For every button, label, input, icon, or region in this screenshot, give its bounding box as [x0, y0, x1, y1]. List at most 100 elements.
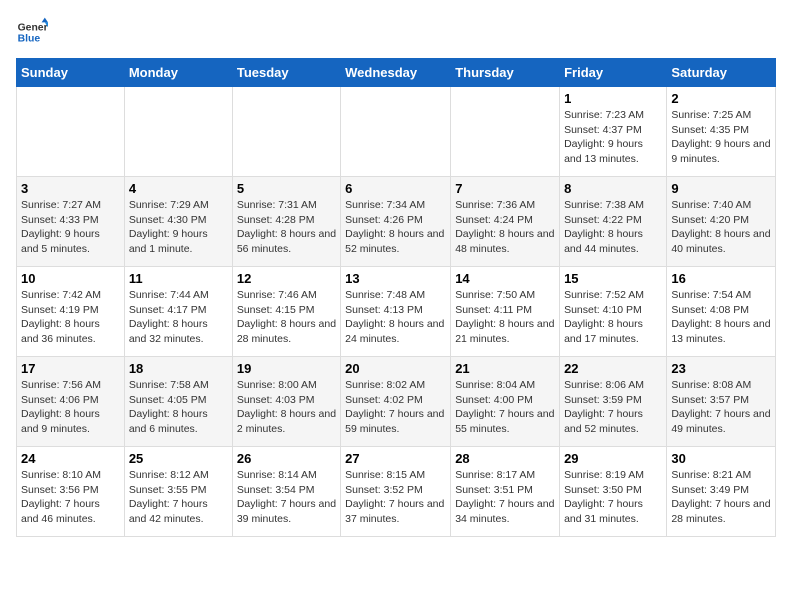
day-info: Sunrise: 7:48 AM Sunset: 4:13 PM Dayligh… — [345, 288, 446, 347]
day-number: 8 — [564, 181, 662, 196]
day-info: Sunrise: 7:44 AM Sunset: 4:17 PM Dayligh… — [129, 288, 228, 347]
day-cell: 3 Sunrise: 7:27 AM Sunset: 4:33 PM Daylig… — [17, 177, 125, 267]
day-info: Sunrise: 7:58 AM Sunset: 4:05 PM Dayligh… — [129, 378, 228, 437]
day-info: Sunrise: 8:12 AM Sunset: 3:55 PM Dayligh… — [129, 468, 228, 527]
day-info: Sunrise: 7:42 AM Sunset: 4:19 PM Dayligh… — [21, 288, 120, 347]
svg-text:General: General — [18, 22, 48, 33]
day-cell: 11 Sunrise: 7:44 AM Sunset: 4:17 PM Dayli… — [124, 267, 232, 357]
day-number: 16 — [671, 271, 771, 286]
logo-icon: General Blue — [16, 16, 48, 48]
day-info: Sunrise: 7:31 AM Sunset: 4:28 PM Dayligh… — [237, 198, 336, 257]
day-cell: 2 Sunrise: 7:25 AM Sunset: 4:35 PM Daylig… — [667, 87, 776, 177]
day-cell: 13 Sunrise: 7:48 AM Sunset: 4:13 PM Dayli… — [341, 267, 451, 357]
column-header-monday: Monday — [124, 59, 232, 87]
day-info: Sunrise: 8:10 AM Sunset: 3:56 PM Dayligh… — [21, 468, 120, 527]
svg-text:Blue: Blue — [18, 34, 41, 45]
day-number: 17 — [21, 361, 120, 376]
day-number: 26 — [237, 451, 336, 466]
day-cell: 9 Sunrise: 7:40 AM Sunset: 4:20 PM Daylig… — [667, 177, 776, 267]
day-info: Sunrise: 8:17 AM Sunset: 3:51 PM Dayligh… — [455, 468, 555, 527]
day-number: 30 — [671, 451, 771, 466]
week-row-4: 17Sunrise: 7:56 AM Sunset: 4:06 PM Dayli… — [17, 357, 776, 447]
day-info: Sunrise: 8:19 AM Sunset: 3:50 PM Dayligh… — [564, 468, 662, 527]
day-number: 22 — [564, 361, 662, 376]
day-info: Sunrise: 7:27 AM Sunset: 4:33 PM Dayligh… — [21, 198, 120, 257]
day-info: Sunrise: 7:36 AM Sunset: 4:24 PM Dayligh… — [455, 198, 555, 257]
day-info: Sunrise: 8:02 AM Sunset: 4:02 PM Dayligh… — [345, 378, 446, 437]
day-number: 12 — [237, 271, 336, 286]
day-cell: 6 Sunrise: 7:34 AM Sunset: 4:26 PM Daylig… — [341, 177, 451, 267]
day-cell: 19 Sunrise: 8:00 AM Sunset: 4:03 PM Dayli… — [232, 357, 340, 447]
day-cell: 28 Sunrise: 8:17 AM Sunset: 3:51 PM Dayli… — [451, 447, 560, 537]
week-row-1: 1 Sunrise: 7:23 AM Sunset: 4:37 PM Daylig… — [17, 87, 776, 177]
day-cell: 14 Sunrise: 7:50 AM Sunset: 4:11 PM Dayli… — [451, 267, 560, 357]
day-info: Sunrise: 7:50 AM Sunset: 4:11 PM Dayligh… — [455, 288, 555, 347]
header: General Blue — [16, 16, 776, 48]
day-cell: 17Sunrise: 7:56 AM Sunset: 4:06 PM Dayli… — [17, 357, 125, 447]
day-number: 24 — [21, 451, 120, 466]
day-number: 18 — [129, 361, 228, 376]
day-number: 4 — [129, 181, 228, 196]
day-info: Sunrise: 8:15 AM Sunset: 3:52 PM Dayligh… — [345, 468, 446, 527]
day-cell: 20 Sunrise: 8:02 AM Sunset: 4:02 PM Dayli… — [341, 357, 451, 447]
day-cell: 10 Sunrise: 7:42 AM Sunset: 4:19 PM Dayli… — [17, 267, 125, 357]
day-cell: 23 Sunrise: 8:08 AM Sunset: 3:57 PM Dayli… — [667, 357, 776, 447]
day-cell: 8 Sunrise: 7:38 AM Sunset: 4:22 PM Daylig… — [560, 177, 667, 267]
column-header-tuesday: Tuesday — [232, 59, 340, 87]
day-number: 23 — [671, 361, 771, 376]
day-number: 5 — [237, 181, 336, 196]
column-header-saturday: Saturday — [667, 59, 776, 87]
day-info: Sunrise: 7:29 AM Sunset: 4:30 PM Dayligh… — [129, 198, 228, 257]
day-info: Sunrise: 7:38 AM Sunset: 4:22 PM Dayligh… — [564, 198, 662, 257]
week-row-5: 24 Sunrise: 8:10 AM Sunset: 3:56 PM Dayli… — [17, 447, 776, 537]
day-cell: 26 Sunrise: 8:14 AM Sunset: 3:54 PM Dayli… — [232, 447, 340, 537]
day-number: 27 — [345, 451, 446, 466]
day-info: Sunrise: 8:08 AM Sunset: 3:57 PM Dayligh… — [671, 378, 771, 437]
day-number: 28 — [455, 451, 555, 466]
day-number: 2 — [671, 91, 771, 106]
day-number: 10 — [21, 271, 120, 286]
week-row-2: 3 Sunrise: 7:27 AM Sunset: 4:33 PM Daylig… — [17, 177, 776, 267]
day-cell: 29Sunrise: 8:19 AM Sunset: 3:50 PM Dayli… — [560, 447, 667, 537]
day-number: 20 — [345, 361, 446, 376]
day-cell: 30Sunrise: 8:21 AM Sunset: 3:49 PM Dayli… — [667, 447, 776, 537]
day-cell: 15Sunrise: 7:52 AM Sunset: 4:10 PM Dayli… — [560, 267, 667, 357]
day-cell — [232, 87, 340, 177]
day-info: Sunrise: 7:46 AM Sunset: 4:15 PM Dayligh… — [237, 288, 336, 347]
calendar-header: SundayMondayTuesdayWednesdayThursdayFrid… — [17, 59, 776, 87]
day-cell — [124, 87, 232, 177]
day-cell — [341, 87, 451, 177]
column-header-friday: Friday — [560, 59, 667, 87]
day-cell: 18 Sunrise: 7:58 AM Sunset: 4:05 PM Dayli… — [124, 357, 232, 447]
day-number: 7 — [455, 181, 555, 196]
day-number: 15 — [564, 271, 662, 286]
day-cell: 12 Sunrise: 7:46 AM Sunset: 4:15 PM Dayli… — [232, 267, 340, 357]
day-info: Sunrise: 7:23 AM Sunset: 4:37 PM Dayligh… — [564, 108, 662, 167]
day-number: 11 — [129, 271, 228, 286]
logo: General Blue — [16, 16, 52, 48]
day-cell: 27 Sunrise: 8:15 AM Sunset: 3:52 PM Dayli… — [341, 447, 451, 537]
day-number: 3 — [21, 181, 120, 196]
day-number: 9 — [671, 181, 771, 196]
day-info: Sunrise: 7:40 AM Sunset: 4:20 PM Dayligh… — [671, 198, 771, 257]
column-header-sunday: Sunday — [17, 59, 125, 87]
day-number: 1 — [564, 91, 662, 106]
day-info: Sunrise: 7:34 AM Sunset: 4:26 PM Dayligh… — [345, 198, 446, 257]
day-info: Sunrise: 7:25 AM Sunset: 4:35 PM Dayligh… — [671, 108, 771, 167]
day-cell: 25Sunrise: 8:12 AM Sunset: 3:55 PM Dayli… — [124, 447, 232, 537]
day-cell: 4 Sunrise: 7:29 AM Sunset: 4:30 PM Daylig… — [124, 177, 232, 267]
day-cell — [17, 87, 125, 177]
day-number: 13 — [345, 271, 446, 286]
day-number: 19 — [237, 361, 336, 376]
day-cell: 24 Sunrise: 8:10 AM Sunset: 3:56 PM Dayli… — [17, 447, 125, 537]
day-cell: 5 Sunrise: 7:31 AM Sunset: 4:28 PM Daylig… — [232, 177, 340, 267]
column-header-thursday: Thursday — [451, 59, 560, 87]
day-number: 6 — [345, 181, 446, 196]
day-info: Sunrise: 8:00 AM Sunset: 4:03 PM Dayligh… — [237, 378, 336, 437]
day-info: Sunrise: 8:14 AM Sunset: 3:54 PM Dayligh… — [237, 468, 336, 527]
day-info: Sunrise: 7:54 AM Sunset: 4:08 PM Dayligh… — [671, 288, 771, 347]
day-cell: 21Sunrise: 8:04 AM Sunset: 4:00 PM Dayli… — [451, 357, 560, 447]
day-number: 14 — [455, 271, 555, 286]
day-cell: 7 Sunrise: 7:36 AM Sunset: 4:24 PM Daylig… — [451, 177, 560, 267]
day-cell: 16 Sunrise: 7:54 AM Sunset: 4:08 PM Dayli… — [667, 267, 776, 357]
